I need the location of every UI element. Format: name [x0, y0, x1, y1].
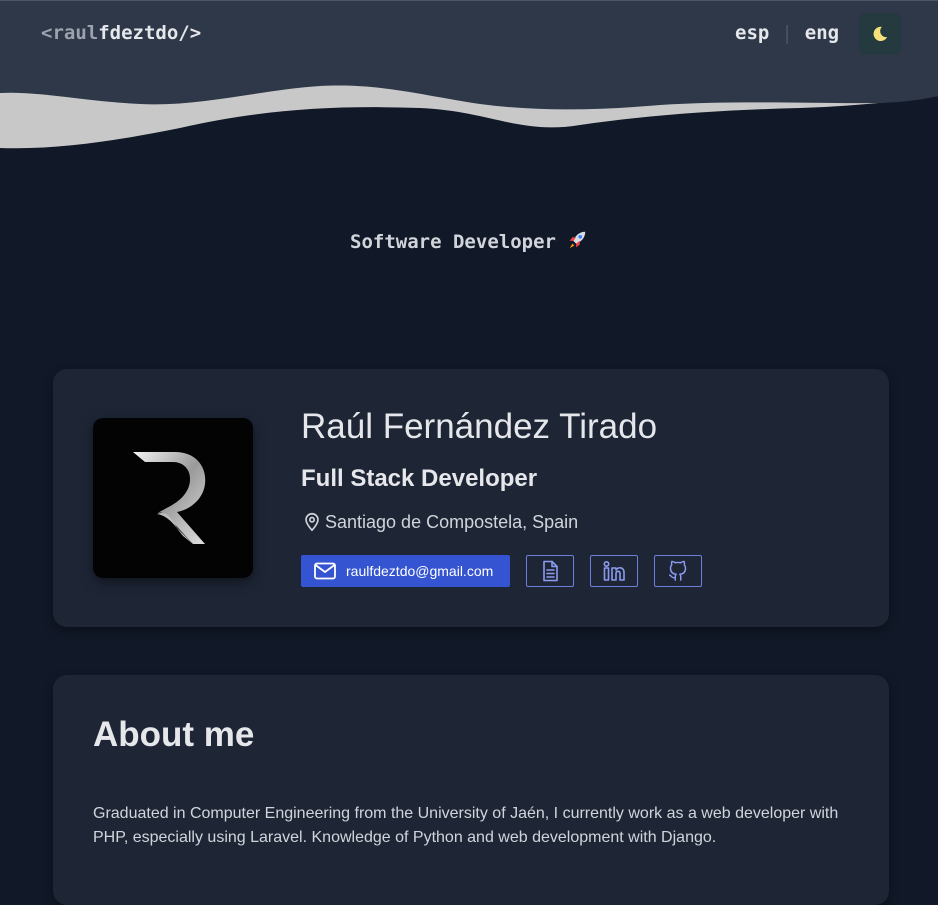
linkedin-button[interactable] [590, 555, 638, 587]
about-card: About me Graduated in Computer Engineeri… [53, 675, 889, 905]
moon-icon [873, 26, 888, 42]
profile-location: Santiago de Compostela, Spain [301, 511, 578, 533]
lang-separator: | [781, 22, 793, 44]
rocket-icon [566, 229, 588, 256]
profile-name: Raúl Fernández Tirado [301, 407, 658, 446]
avatar [93, 418, 253, 578]
logo-close-bracket: /> [178, 22, 202, 44]
r-logo-icon [133, 452, 206, 544]
linkedin-icon [603, 560, 625, 581]
location-text: Santiago de Compostela, Spain [325, 511, 579, 532]
contact-links: raulfdeztdo@gmail.com [301, 555, 702, 587]
mail-icon [314, 562, 336, 580]
profile-card: Raúl Fernández Tirado Full Stack Develop… [53, 369, 889, 627]
lang-eng-link[interactable]: eng [805, 22, 839, 44]
logo-prefix: raul [52, 22, 99, 44]
map-pin-icon [305, 512, 319, 532]
hero-tagline: Software Developer [0, 229, 938, 256]
about-text: Graduated in Computer Engineering from t… [93, 805, 839, 846]
about-title: About me [93, 715, 255, 754]
profile-role: Full Stack Developer [301, 465, 538, 492]
theme-toggle-button[interactable] [859, 13, 901, 55]
language-switcher: esp | eng [735, 22, 839, 44]
github-icon [669, 560, 687, 581]
email-text: raulfdeztdo@gmail.com [346, 563, 494, 579]
github-button[interactable] [654, 555, 702, 587]
site-logo[interactable]: <raulfdeztdo/> [41, 22, 201, 44]
tagline-text: Software Developer [350, 231, 556, 253]
site-header: <raulfdeztdo/> esp | eng [0, 0, 938, 150]
lang-esp-link[interactable]: esp [735, 22, 769, 44]
logo-name: fdeztdo [98, 22, 179, 44]
document-icon [543, 560, 558, 582]
cv-button[interactable] [526, 555, 574, 587]
email-button[interactable]: raulfdeztdo@gmail.com [301, 555, 510, 587]
logo-open-bracket: < [41, 22, 53, 44]
